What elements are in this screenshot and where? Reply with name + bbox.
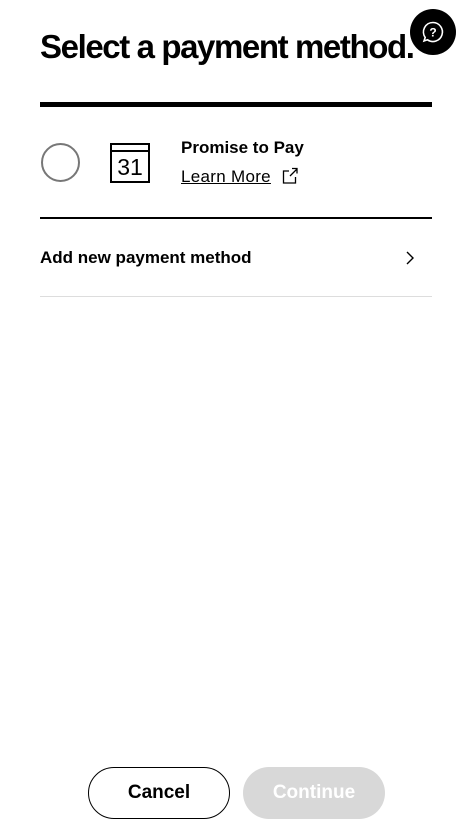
- help-chat-icon: ?: [422, 21, 444, 43]
- calendar-icon: 31: [110, 143, 150, 183]
- add-payment-method-row[interactable]: Add new payment method: [40, 237, 432, 279]
- header-divider: [40, 102, 432, 107]
- divider: [40, 217, 432, 219]
- help-button[interactable]: ?: [410, 9, 456, 55]
- divider: [40, 296, 432, 297]
- continue-button[interactable]: Continue: [243, 767, 385, 819]
- page-title: Select a payment method.: [40, 28, 415, 65]
- learn-more-link[interactable]: Learn More: [181, 167, 271, 187]
- external-link-icon: [282, 167, 298, 184]
- calendar-day: 31: [117, 154, 143, 180]
- cancel-button[interactable]: Cancel: [88, 767, 230, 819]
- add-payment-method-label: Add new payment method: [40, 248, 252, 267]
- svg-text:?: ?: [429, 26, 436, 40]
- chevron-right-icon: [406, 251, 414, 265]
- radio-button[interactable]: [41, 143, 80, 182]
- option-label: Promise to Pay: [181, 138, 304, 157]
